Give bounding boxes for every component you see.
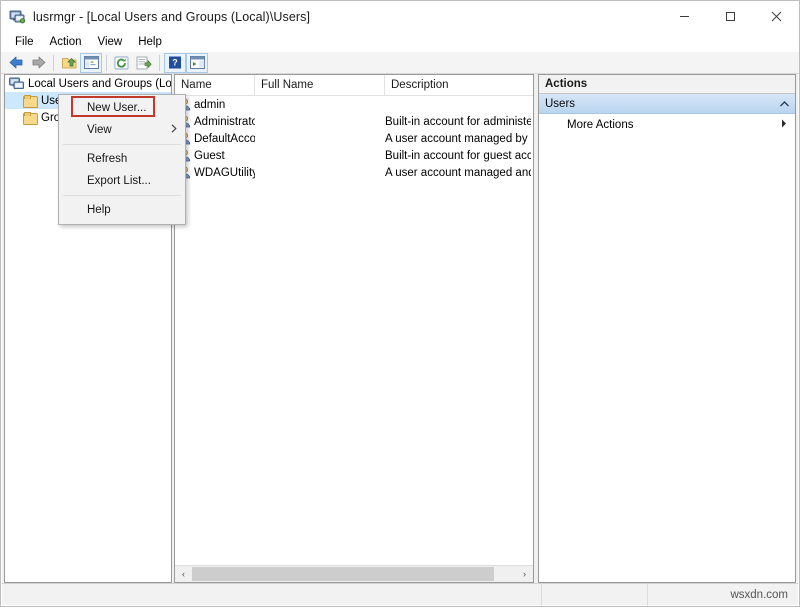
list-column-headers: Name Full Name Description [175, 75, 533, 96]
context-menu-item-help[interactable]: Help [59, 199, 185, 221]
context-menu-item-label: View [87, 124, 171, 136]
context-menu-item-export-list[interactable]: Export List... [59, 170, 185, 192]
cell-text: admin [194, 99, 225, 111]
scroll-right-arrow-icon[interactable]: › [516, 566, 533, 582]
actions-pane: Actions Users More Actions [538, 74, 796, 583]
horizontal-scrollbar[interactable]: ‹ › [175, 565, 533, 582]
user-name-cell: Administrator [175, 115, 255, 128]
forward-button[interactable] [27, 53, 49, 73]
context-menu-item-label: Export List... [87, 175, 177, 187]
mmc-console-icon [9, 8, 26, 25]
maximize-button[interactable] [707, 1, 753, 32]
folder-icon [23, 112, 37, 123]
tree-item-label: Local Users and Groups (Local) [28, 78, 172, 90]
menu-action[interactable]: Action [42, 34, 90, 51]
user-name-cell: admin [175, 98, 255, 111]
close-button[interactable] [753, 1, 799, 32]
menu-file[interactable]: File [7, 34, 42, 51]
context-menu-item-new-user[interactable]: New User... [59, 97, 185, 119]
chevron-right-icon [171, 124, 177, 136]
lusrmgr-window: lusrmgr - [Local Users and Groups (Local… [0, 0, 800, 607]
users-list-pane[interactable]: Name Full Name Description adm [174, 74, 534, 583]
user-name-cell: WDAGUtility... [175, 166, 255, 179]
back-button[interactable] [5, 53, 27, 73]
context-menu-item-refresh[interactable]: Refresh [59, 148, 185, 170]
title-bar: lusrmgr - [Local Users and Groups (Local… [1, 1, 799, 32]
table-row[interactable]: admin [175, 96, 533, 113]
actions-group-label: Users [545, 98, 780, 110]
show-hide-console-tree-button[interactable] [80, 53, 102, 73]
users-list-rows: admin Administrator [175, 96, 533, 181]
show-hide-action-pane-button[interactable] [186, 53, 208, 73]
table-row[interactable]: WDAGUtility... A user account managed an… [175, 164, 533, 181]
toolbar-separator [159, 55, 160, 71]
context-menu-item-label: New User... [87, 102, 177, 114]
tree-item-local-users-and-groups[interactable]: Local Users and Groups (Local) [5, 75, 171, 92]
watermark: wsxdn.com [648, 584, 798, 606]
cell-text: Administrator [194, 116, 255, 128]
menu-bar: File Action View Help [1, 32, 799, 52]
context-menu[interactable]: New User... View Refresh Export List... … [58, 94, 186, 225]
context-menu-item-view[interactable]: View [59, 119, 185, 141]
column-header-full-name[interactable]: Full Name [255, 75, 385, 96]
description-cell: A user account managed and us [385, 167, 531, 179]
actions-pane-title: Actions [539, 75, 795, 94]
cell-text: Guest [194, 150, 225, 162]
description-cell: A user account managed by the [385, 133, 531, 145]
scrollbar-track[interactable] [192, 566, 516, 582]
table-row[interactable]: DefaultAcco... A user account managed by… [175, 130, 533, 147]
cell-text: DefaultAcco... [194, 133, 255, 145]
table-row[interactable]: Guest Built-in account for guest access [175, 147, 533, 164]
chevron-right-icon [781, 119, 787, 131]
toolbar: ? [1, 52, 799, 74]
cell-text: WDAGUtility... [194, 167, 255, 179]
minimize-button[interactable] [661, 1, 707, 32]
context-menu-item-label: Help [87, 204, 177, 216]
menu-help[interactable]: Help [130, 34, 170, 51]
user-name-cell: Guest [175, 149, 255, 162]
caption-buttons [661, 1, 799, 32]
help-button[interactable]: ? [164, 53, 186, 73]
context-menu-separator [63, 195, 181, 196]
refresh-button[interactable] [111, 53, 133, 73]
scroll-left-arrow-icon[interactable]: ‹ [175, 566, 192, 582]
toolbar-separator [106, 55, 107, 71]
context-menu-separator [63, 144, 181, 145]
export-list-button[interactable] [133, 53, 155, 73]
folder-icon [23, 95, 37, 106]
menu-view[interactable]: View [90, 34, 131, 51]
scrollbar-thumb[interactable] [192, 567, 494, 581]
column-header-name[interactable]: Name [175, 75, 255, 96]
user-name-cell: DefaultAcco... [175, 132, 255, 145]
action-item-more-actions[interactable]: More Actions [539, 114, 795, 135]
table-row[interactable]: Administrator Built-in account for admin… [175, 113, 533, 130]
svg-text:?: ? [172, 58, 178, 68]
mmc-console-icon [9, 77, 24, 90]
context-menu-item-label: Refresh [87, 153, 177, 165]
action-item-label: More Actions [567, 119, 781, 131]
chevron-up-icon[interactable] [780, 98, 789, 110]
actions-group-users[interactable]: Users [539, 94, 795, 114]
description-cell: Built-in account for guest access [385, 150, 531, 162]
status-pane-1 [2, 584, 542, 606]
window-title: lusrmgr - [Local Users and Groups (Local… [33, 10, 310, 24]
toolbar-separator [53, 55, 54, 71]
column-header-description[interactable]: Description [385, 75, 533, 96]
description-cell: Built-in account for administerin [385, 116, 531, 128]
status-pane-2 [542, 584, 648, 606]
up-one-level-button[interactable] [58, 53, 80, 73]
status-bar: wsxdn.com [2, 583, 798, 605]
